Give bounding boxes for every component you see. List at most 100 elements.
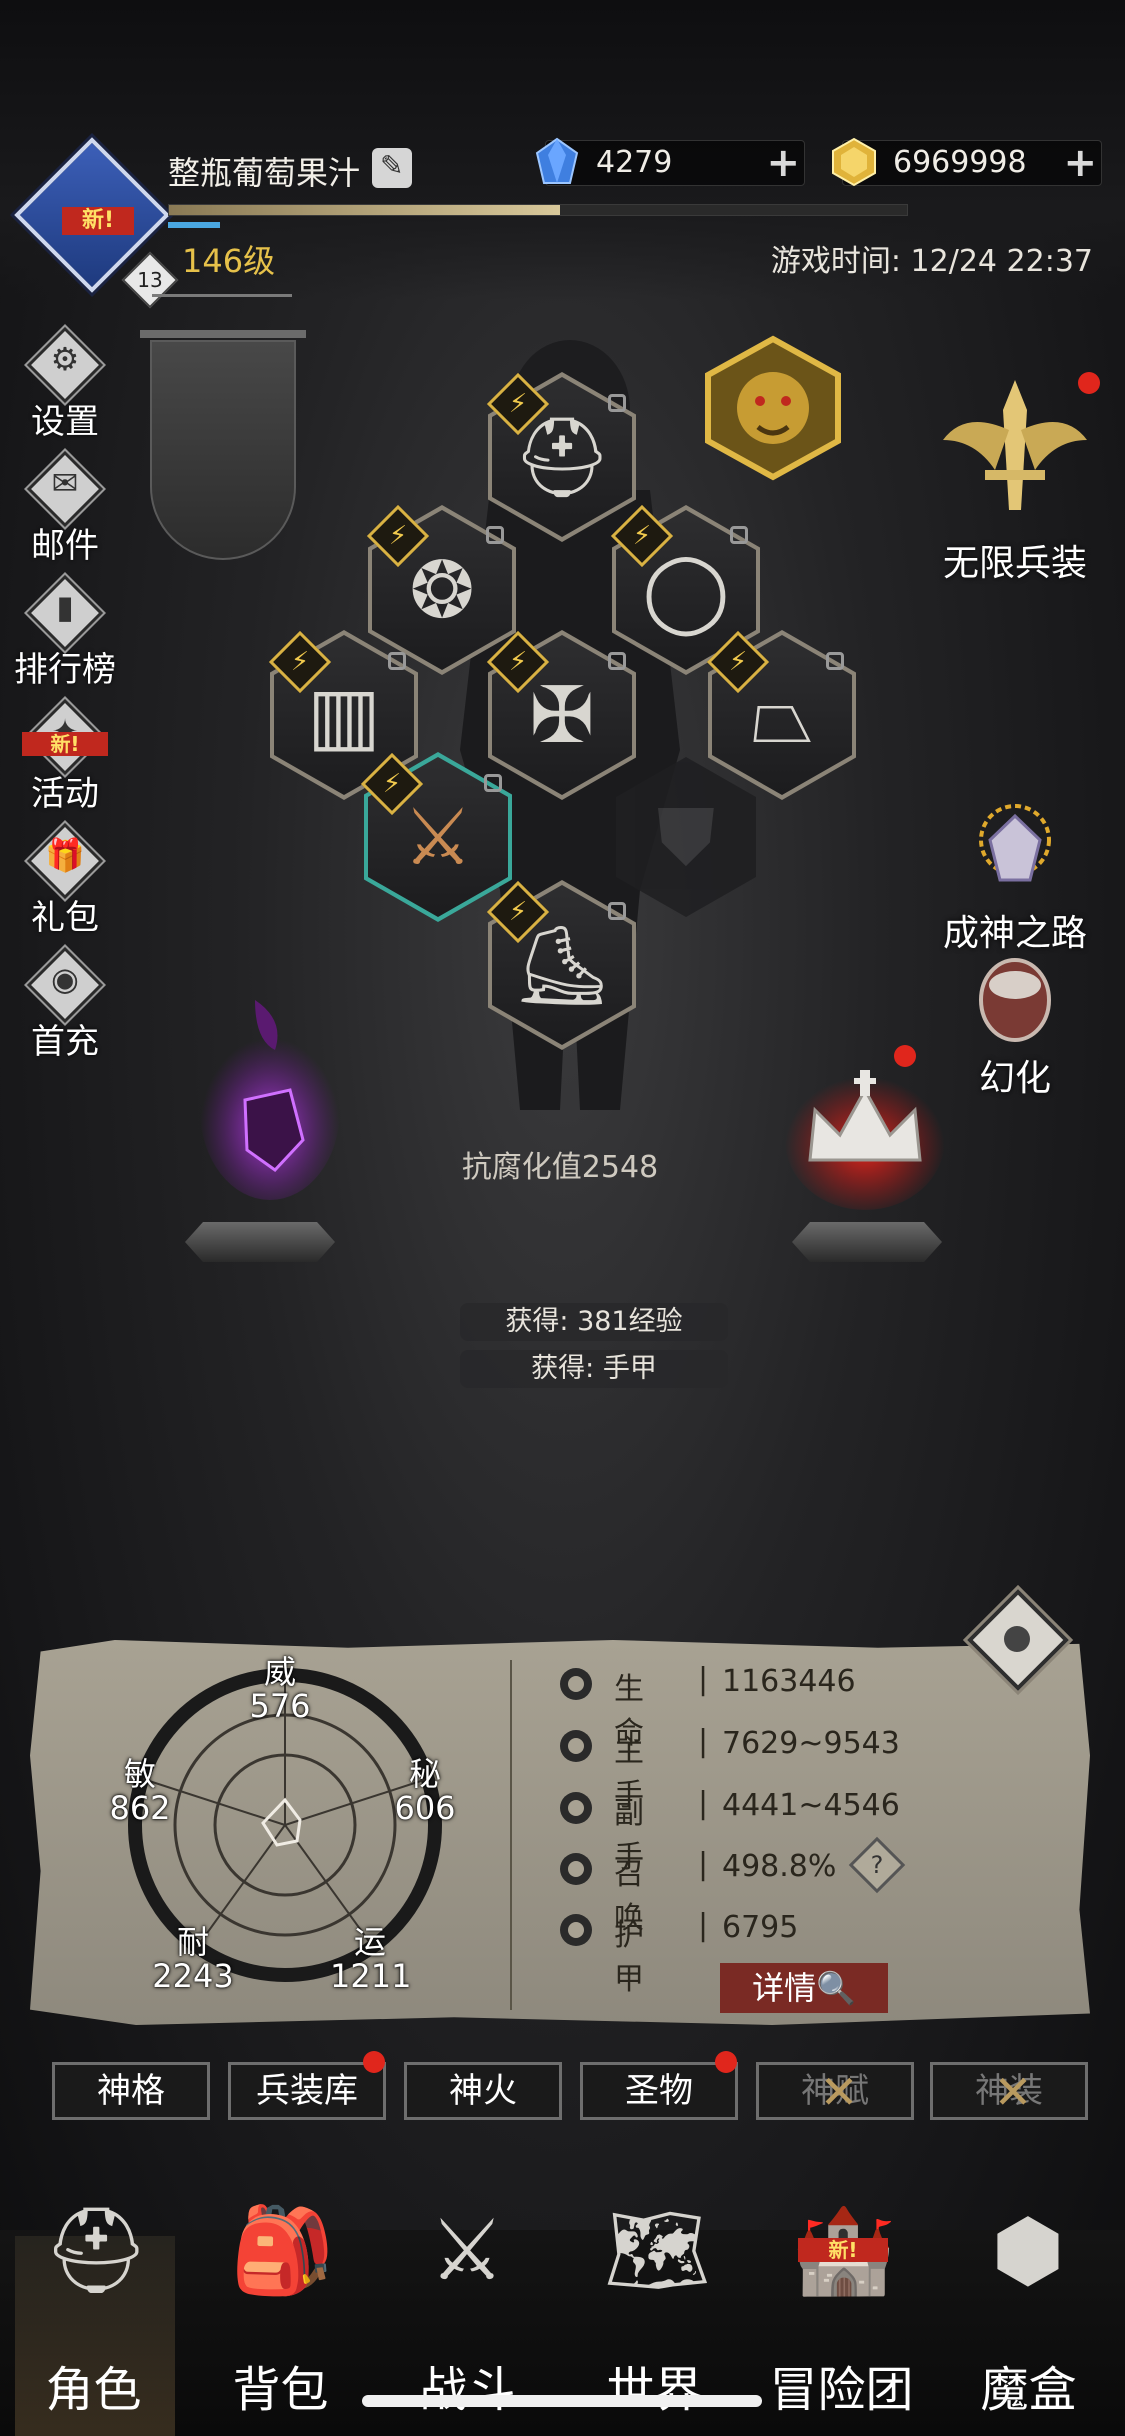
tab-divine-gear-locked[interactable]: 神装 ✕ xyxy=(930,2062,1088,2120)
tab-divinity[interactable]: 神格 xyxy=(52,2062,210,2120)
magnifier-icon: 🔍 xyxy=(816,1969,856,2007)
blue-gem-icon xyxy=(535,137,579,184)
help-icon-glyph: ? xyxy=(870,1851,884,1879)
lock-icon xyxy=(388,652,406,670)
mask-icon xyxy=(979,958,1051,1042)
lock-icon xyxy=(730,526,748,544)
event-icon: ✦ 新! xyxy=(22,698,108,776)
purple-relic-icon[interactable] xyxy=(195,980,345,1200)
stat-name: 威 xyxy=(263,1653,296,1691)
tab-label: 神格 xyxy=(97,2071,165,2111)
lock-icon xyxy=(608,902,626,920)
tab-divine-gift-locked[interactable]: 神赋 ✕ xyxy=(756,2062,914,2120)
stat-separator: | xyxy=(698,1662,709,1697)
settings-button[interactable]: ⚙ 设置 xyxy=(10,326,120,446)
exp-bar-fill xyxy=(169,205,561,215)
tab-armory[interactable]: 兵装库 xyxy=(228,2051,386,2120)
player-level: 146级 xyxy=(182,242,276,280)
tab-relics[interactable]: 圣物 xyxy=(580,2051,738,2120)
radar-stat-endurance: 耐 2243 xyxy=(148,1925,238,1993)
nav-label: 背包 xyxy=(232,2362,329,2418)
gain-toast-item: 获得: 手甲 xyxy=(460,1350,728,1388)
tab-divine-fire[interactable]: 神火 xyxy=(404,2062,562,2120)
gift-icon: 🎁 xyxy=(26,822,104,900)
lock-icon xyxy=(484,774,502,792)
left-pedestal xyxy=(185,1222,335,1262)
infinite-weapons-label: 无限兵装 xyxy=(942,543,1087,584)
mail-button[interactable]: ✉ 邮件 xyxy=(10,450,120,570)
stat-name: 运 xyxy=(353,1923,386,1961)
tab-label: 兵装库 xyxy=(256,2071,358,2111)
player-avatar[interactable]: 新! 13 xyxy=(14,137,179,309)
gem-amount: 4279 xyxy=(596,145,673,180)
armor-icon xyxy=(560,1914,592,1946)
event-button[interactable]: ✦ 新! 活动 xyxy=(10,698,120,818)
summon-icon xyxy=(560,1853,592,1885)
add-gems-button[interactable]: + xyxy=(766,143,800,183)
path-to-godhood-button[interactable]: 成神之路 xyxy=(920,800,1110,956)
cube-icon: ⬢ xyxy=(991,2201,1065,2299)
heart-icon xyxy=(560,1668,592,1700)
guild-banner[interactable] xyxy=(150,340,296,560)
nav-label: 魔盒 xyxy=(980,2362,1077,2418)
nav-label: 角色 xyxy=(45,2362,142,2418)
stat-label: 护甲 xyxy=(614,1918,644,1997)
stat-separator: | xyxy=(698,1786,709,1821)
event-new-badge: 新! xyxy=(22,732,108,756)
stat-name: 秘 xyxy=(408,1755,441,1793)
gold-gem-icon xyxy=(832,137,876,187)
halo-crest-icon xyxy=(979,804,1051,882)
chain-lock-icon: ✕ xyxy=(993,2065,1033,2119)
nav-adventure-team[interactable]: 🏰 新! 冒险团 xyxy=(748,2190,935,2436)
add-gold-button[interactable]: + xyxy=(1063,143,1097,183)
path-to-godhood-label: 成神之路 xyxy=(942,913,1087,954)
gift-button[interactable]: 🎁 礼包 xyxy=(10,822,120,942)
infinite-weapons-button[interactable]: 无限兵装 xyxy=(920,370,1110,586)
gem-currency: 4279 + xyxy=(535,137,805,186)
winged-sword-icon xyxy=(943,380,1087,510)
first-recharge-button[interactable]: ◉ 首充 xyxy=(10,946,120,1066)
stat-value: 498.8% xyxy=(722,1849,837,1884)
details-button-label: 详情 xyxy=(752,1969,817,2007)
crown-relic-icon[interactable] xyxy=(780,1050,950,1210)
secondary-progress-bar xyxy=(168,222,220,228)
banner-rod xyxy=(140,330,306,338)
avatar-level-badge-text: 13 xyxy=(137,268,163,292)
ranking-button[interactable]: ▮ 排行榜 xyxy=(10,574,120,694)
radar-stat-agility: 敏 862 xyxy=(100,1757,180,1825)
chevron-dot-icon xyxy=(1004,1626,1030,1652)
notification-dot xyxy=(363,2051,385,2073)
nav-character[interactable]: ⛑ 角色 xyxy=(0,2190,187,2436)
lock-icon xyxy=(608,652,626,670)
stat-separator: | xyxy=(698,1724,709,1759)
crown-notification-dot xyxy=(894,1045,916,1067)
shield-icon: ⛊ xyxy=(656,793,716,883)
nav-new-badge: 新! xyxy=(798,2238,888,2262)
nav-label: 冒险团 xyxy=(769,2362,914,2418)
map-icon: 🗺 xyxy=(604,2201,711,2299)
radar-stat-arcane: 秘 606 xyxy=(385,1757,465,1825)
first-recharge-icon: ◉ xyxy=(26,946,104,1024)
details-button[interactable]: 详情🔍 xyxy=(720,1963,888,2013)
gain-toast-exp: 获得: 381经验 xyxy=(460,1303,728,1341)
stats-divider xyxy=(510,1660,512,2010)
edit-name-icon[interactable] xyxy=(372,148,412,188)
nav-label: 战斗 xyxy=(419,2362,516,2418)
right-pedestal xyxy=(792,1222,942,1262)
collapse-panel-button[interactable] xyxy=(962,1589,1072,1700)
stat-value: 7629~9543 xyxy=(722,1726,900,1761)
helmet-icon: ⛑ xyxy=(43,2201,150,2299)
gold-currency: 6969998 + xyxy=(832,137,1102,187)
exp-bar xyxy=(168,204,908,216)
lock-icon xyxy=(608,394,626,412)
home-indicator xyxy=(362,2395,762,2407)
nav-backpack[interactable]: 🎒 背包 xyxy=(187,2190,374,2436)
ranking-icon: ▮ xyxy=(26,574,104,652)
lion-emblem-icon[interactable] xyxy=(700,335,846,481)
stat-separator: | xyxy=(698,1908,709,1943)
nav-magic-box[interactable]: ⬢ 魔盒 xyxy=(935,2190,1122,2436)
stat-value: 576 xyxy=(249,1687,311,1725)
corruption-resistance: 抗腐化值2548 xyxy=(461,1150,659,1185)
stat-name: 敏 xyxy=(123,1755,156,1793)
lock-icon xyxy=(826,652,844,670)
